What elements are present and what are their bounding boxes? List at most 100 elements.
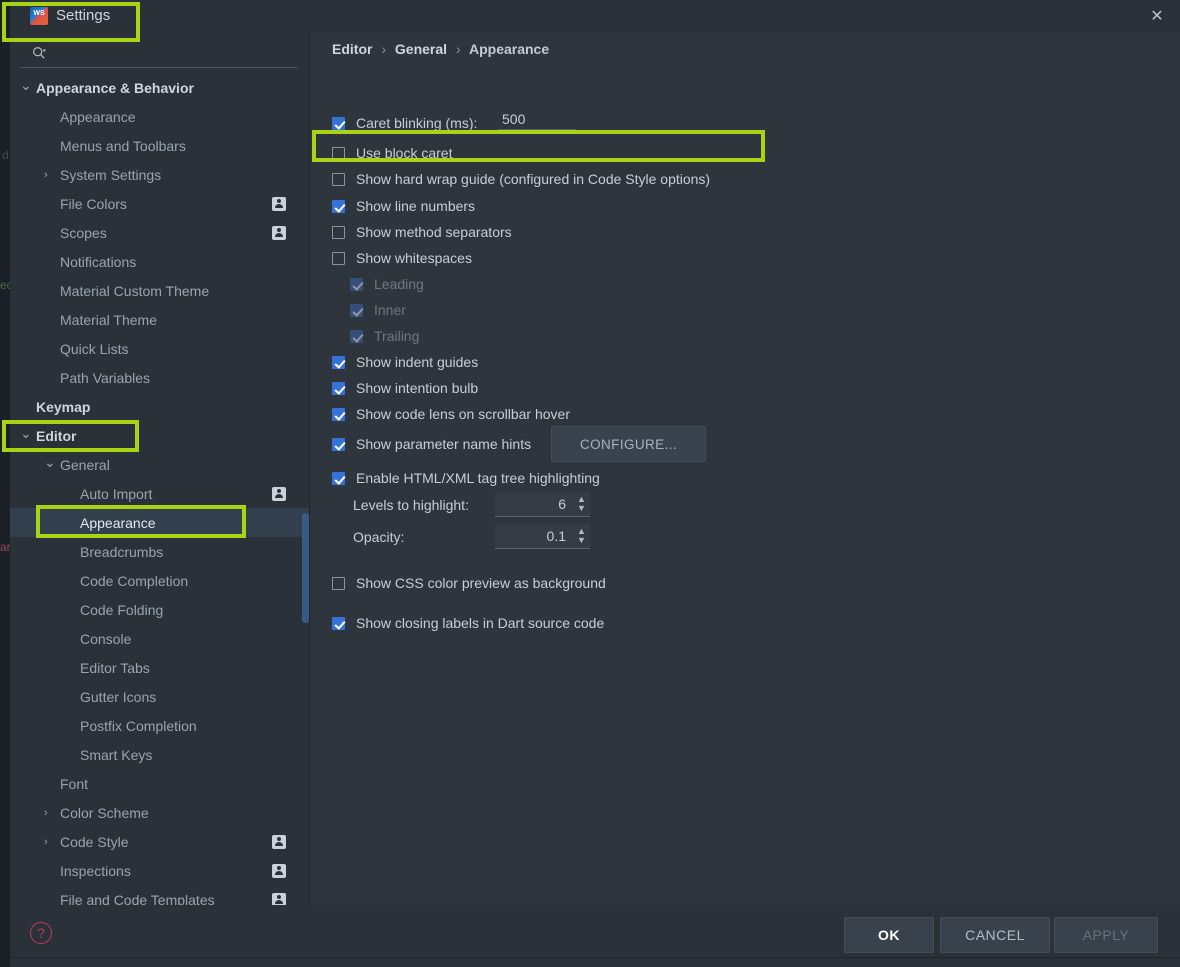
- checkbox-show-hard-wrap-guide-configured-in-code-style-options[interactable]: [332, 172, 345, 186]
- sidebar-item-path-variables[interactable]: Path Variables: [10, 363, 310, 392]
- option-row-leading: Leading: [350, 273, 424, 295]
- chevron-down-icon[interactable]: ▼: [577, 504, 586, 513]
- sidebar-item-code-completion[interactable]: Code Completion: [10, 566, 310, 595]
- close-icon[interactable]: ✕: [1138, 3, 1176, 30]
- sidebar-scrollbar-thumb[interactable]: [302, 513, 309, 623]
- sidebar-item-material-theme[interactable]: Material Theme: [10, 305, 310, 334]
- sidebar-item-label: Appearance: [80, 514, 156, 531]
- levels-to-highlight-label: Levels to highlight:: [353, 497, 469, 513]
- sidebar-item-keymap[interactable]: Keymap: [10, 392, 310, 421]
- chevron-right-icon[interactable]: ›: [44, 169, 54, 180]
- opacity-spinner[interactable]: 0.1 ▲ ▼: [495, 524, 590, 549]
- person-icon: [272, 196, 286, 211]
- caret-blinking-row: Caret blinking (ms):: [332, 112, 477, 134]
- help-icon[interactable]: ?: [30, 922, 52, 944]
- option-row-show-hard-wrap-guide-configured-in-code-style-options: Show hard wrap guide (configured in Code…: [332, 168, 710, 190]
- option-label-show-line-numbers: Show line numbers: [356, 198, 476, 214]
- sidebar-item-gutter-icons[interactable]: Gutter Icons: [10, 682, 310, 711]
- chevron-down-icon[interactable]: ⌄: [20, 426, 32, 440]
- sidebar-item-breadcrumbs[interactable]: Breadcrumbs: [10, 537, 310, 566]
- sidebar-item-quick-lists[interactable]: Quick Lists: [10, 334, 310, 363]
- sidebar-item-menus-and-toolbars[interactable]: Menus and Toolbars: [10, 131, 310, 160]
- sidebar-item-color-scheme[interactable]: › Color Scheme: [10, 798, 310, 827]
- opacity-spinner-arrows[interactable]: ▲ ▼: [573, 524, 590, 548]
- sidebar-item-label: Scopes: [60, 224, 107, 241]
- caret-blinking-input[interactable]: [498, 111, 576, 130]
- person-icon: [272, 225, 286, 240]
- option-label-show-parameter-name-hints: Show parameter name hints: [356, 436, 532, 452]
- sidebar-item-editor-tabs[interactable]: Editor Tabs: [10, 653, 310, 682]
- sidebar-item-label: Font: [60, 775, 89, 792]
- sidebar-item-editor[interactable]: ⌄ Editor: [10, 421, 310, 450]
- sidebar-scrollbar-track[interactable]: [301, 73, 309, 905]
- option-row-show-line-numbers: Show line numbers: [332, 195, 475, 217]
- caret-blinking-checkbox[interactable]: [332, 116, 345, 130]
- ok-button[interactable]: OK: [844, 917, 934, 953]
- sidebar-item-label: Smart Keys: [80, 746, 153, 763]
- checkbox-show-method-separators[interactable]: [332, 225, 345, 239]
- sidebar-item-inspections[interactable]: Inspections: [10, 856, 310, 885]
- sidebar-item-console[interactable]: Console: [10, 624, 310, 653]
- sidebar-item-label: Postfix Completion: [80, 717, 197, 734]
- sidebar-item-appearance[interactable]: Appearance: [10, 102, 310, 131]
- breadcrumb-item-general[interactable]: General: [395, 41, 447, 57]
- css-color-preview-label: Show CSS color preview as background: [356, 575, 606, 591]
- sidebar-item-font[interactable]: Font: [10, 769, 310, 798]
- chevron-down-icon[interactable]: ▼: [577, 536, 586, 545]
- breadcrumb-item-editor[interactable]: Editor: [332, 41, 372, 57]
- cancel-button[interactable]: CANCEL: [940, 917, 1050, 953]
- option-row-trailing: Trailing: [350, 325, 419, 347]
- footer-divider: [10, 957, 1180, 958]
- option-row-show-intention-bulb: Show intention bulb: [332, 377, 478, 399]
- checkbox-show-whitespaces[interactable]: [332, 251, 345, 265]
- sidebar-item-code-style[interactable]: › Code Style: [10, 827, 310, 856]
- sidebar-item-file-colors[interactable]: File Colors: [10, 189, 310, 218]
- caret-blinking-label: Caret blinking (ms):: [356, 115, 478, 131]
- sidebar-item-label: Code Folding: [80, 601, 164, 618]
- checkbox-use-block-caret[interactable]: [332, 146, 345, 160]
- sidebar-item-appearance[interactable]: Appearance: [10, 508, 310, 537]
- chevron-right-icon[interactable]: ›: [44, 836, 54, 847]
- levels-to-highlight-spinner[interactable]: 6 ▲ ▼: [495, 492, 590, 517]
- sidebar-item-system-settings[interactable]: › System Settings: [10, 160, 310, 189]
- sidebar-item-label: Color Scheme: [60, 804, 149, 821]
- background-text-fragment-1: d: [2, 148, 9, 162]
- sidebar-item-auto-import[interactable]: Auto Import: [10, 479, 310, 508]
- chevron-right-icon[interactable]: ›: [44, 807, 54, 818]
- settings-content: Editor › General › Appearance Caret blin…: [310, 33, 1180, 905]
- sidebar-item-label: Notifications: [60, 253, 137, 270]
- checkbox-show-parameter-name-hints[interactable]: [332, 437, 345, 451]
- settings-sidebar: ⌄ Appearance & Behavior Appearance Menus an…: [10, 33, 310, 905]
- checkbox-enable-html-xml-tag-tree-highlighting[interactable]: [332, 471, 345, 485]
- sidebar-item-file-and-code-templates[interactable]: File and Code Templates: [10, 885, 310, 905]
- sidebar-item-scopes[interactable]: Scopes: [10, 218, 310, 247]
- sidebar-item-code-folding[interactable]: Code Folding: [10, 595, 310, 624]
- css-color-preview-checkbox[interactable]: [332, 576, 345, 590]
- sidebar-item-smart-keys[interactable]: Smart Keys: [10, 740, 310, 769]
- option-row-show-parameter-name-hints: Show parameter name hints: [332, 433, 531, 455]
- sidebar-item-label: Material Theme: [60, 311, 158, 328]
- checkbox-show-indent-guides[interactable]: [332, 355, 345, 369]
- sidebar-item-material-custom-theme[interactable]: Material Custom Theme: [10, 276, 310, 305]
- person-icon: [272, 863, 286, 878]
- sidebar-item-notifications[interactable]: Notifications: [10, 247, 310, 276]
- sidebar-item-appearance-behavior[interactable]: ⌄ Appearance & Behavior: [10, 73, 310, 102]
- option-label-show-code-lens-on-scrollbar-hover: Show code lens on scrollbar hover: [356, 406, 571, 422]
- chevron-down-icon[interactable]: ⌄: [20, 78, 32, 92]
- chevron-down-icon[interactable]: ⌄: [44, 455, 56, 469]
- sidebar-item-label: General: [60, 456, 110, 473]
- option-label-show-indent-guides: Show indent guides: [356, 354, 479, 370]
- checkbox-show-code-lens-on-scrollbar-hover[interactable]: [332, 407, 345, 421]
- sidebar-item-label: Editor: [36, 427, 77, 444]
- search-row: [22, 39, 302, 69]
- levels-spinner-arrows[interactable]: ▲ ▼: [573, 492, 590, 516]
- checkbox-show-intention-bulb[interactable]: [332, 381, 345, 395]
- dart-closing-labels-checkbox[interactable]: [332, 616, 345, 630]
- sidebar-item-general[interactable]: ⌄ General: [10, 450, 310, 479]
- sidebar-item-label: Auto Import: [80, 485, 153, 502]
- configure-button[interactable]: CONFIGURE...: [551, 426, 706, 462]
- sidebar-item-label: Editor Tabs: [80, 659, 150, 676]
- search-input[interactable]: [54, 43, 302, 65]
- sidebar-item-postfix-completion[interactable]: Postfix Completion: [10, 711, 310, 740]
- checkbox-show-line-numbers[interactable]: [332, 199, 345, 213]
